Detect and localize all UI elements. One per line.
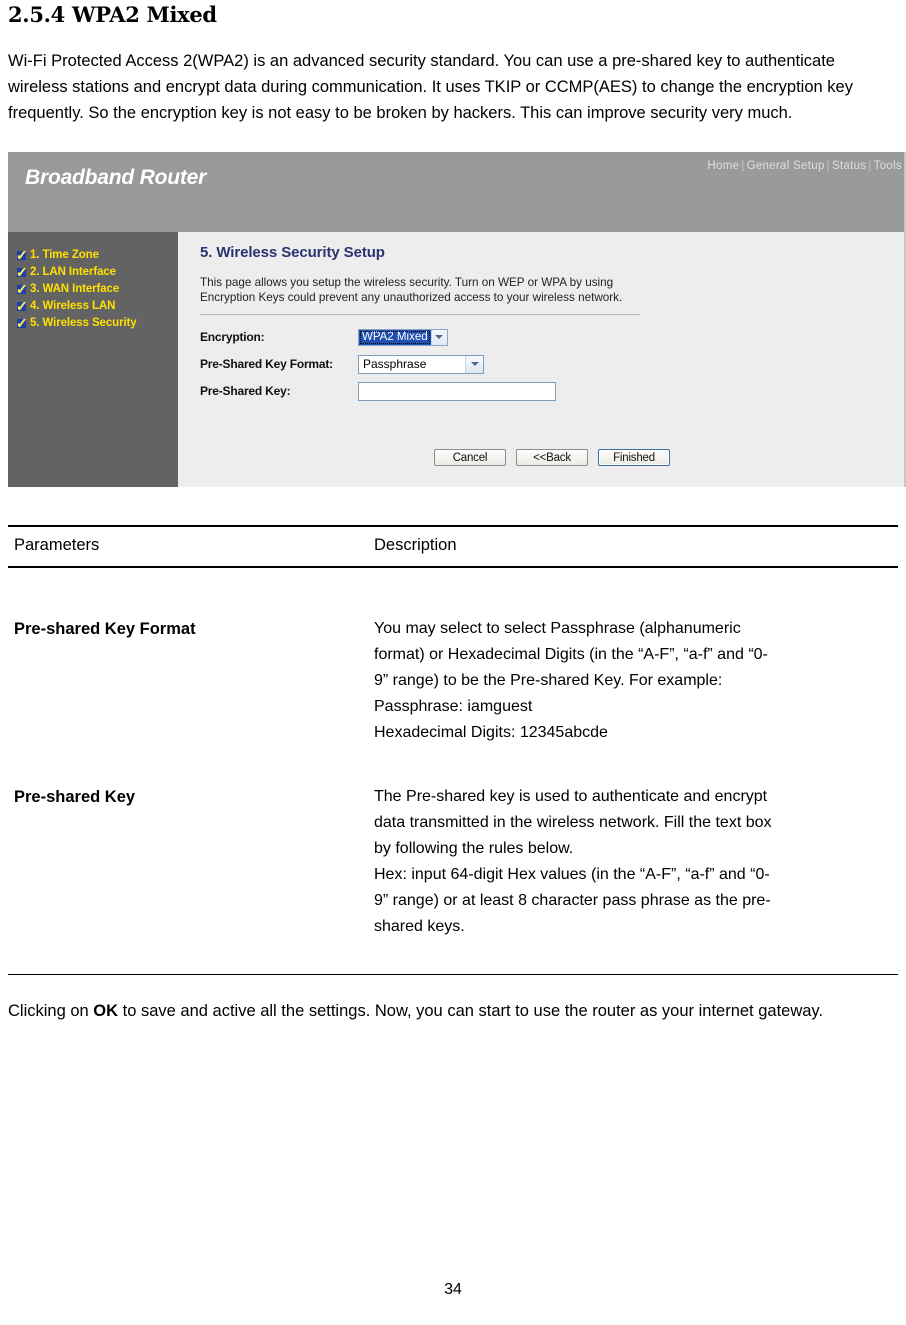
table-row: Pre-shared Key The Pre-shared key is use…	[8, 784, 898, 940]
sidebar-item-label: 2. LAN Interface	[30, 266, 116, 278]
encryption-label: Encryption:	[200, 330, 265, 344]
key-format-select-value: Passphrase	[363, 357, 427, 371]
desc-line: Passphrase: iamguest	[374, 697, 533, 715]
desc-line: 9” range) or at least 8 character pass p…	[374, 891, 771, 909]
router-sidebar: ✓ 1. Time Zone ✓ 2. LAN Interface ✓ 3. W…	[8, 232, 178, 487]
sidebar-item-label: 4. Wireless LAN	[30, 300, 116, 312]
panel-title: 5. Wireless Security Setup	[200, 244, 385, 261]
encryption-select-value: WPA2 Mixed	[359, 329, 431, 345]
back-button[interactable]: <<Back	[516, 449, 588, 466]
closing-prefix: Clicking on	[8, 1002, 94, 1020]
table-bottom-rule	[8, 973, 898, 975]
finished-button[interactable]: Finished	[598, 449, 670, 466]
checkmark-icon: ✓	[16, 247, 28, 263]
closing-suffix: to save and active all the settings. Now…	[118, 1002, 824, 1020]
sidebar-item-wireless-lan[interactable]: ✓ 4. Wireless LAN	[16, 299, 178, 313]
desc-line: shared keys.	[374, 917, 465, 935]
closing-bold-ok: OK	[93, 1002, 119, 1020]
sidebar-item-lan-interface[interactable]: ✓ 2. LAN Interface	[16, 265, 178, 279]
key-format-label: Pre-Shared Key Format:	[200, 357, 333, 371]
desc-line: Hex: input 64-digit Hex values (in the “…	[374, 865, 770, 883]
sidebar-item-wan-interface[interactable]: ✓ 3. WAN Interface	[16, 282, 178, 296]
checkmark-icon: ✓	[16, 298, 28, 314]
panel-description: This page allows you setup the wireless …	[200, 275, 640, 305]
desc-line: data transmitted in the wireless network…	[374, 813, 772, 831]
router-ui-screenshot: Broadband Router Home | General Setup | Stat…	[8, 152, 906, 487]
page-title: 2.5.4 WPA2 Mixed	[8, 2, 217, 27]
closing-paragraph: Clicking on OK to save and active all th…	[8, 999, 888, 1024]
nav-link-home[interactable]: Home	[707, 160, 739, 172]
document-page: 2.5.4 WPA2 Mixed Wi-Fi Protected Access …	[0, 0, 906, 1325]
router-main-pane: 5. Wireless Security Setup This page all…	[178, 232, 904, 487]
form-row-key-format: Pre-Shared Key Format: Passphrase	[200, 354, 904, 374]
panel-description-line-2: Encryption Keys could prevent any unauth…	[200, 291, 623, 304]
column-header-parameters: Parameters	[14, 536, 100, 554]
nav-link-general-setup[interactable]: General Setup	[747, 160, 825, 172]
parameter-table: Parameters Description Pre-shared Key Fo…	[8, 525, 898, 975]
panel-divider	[200, 314, 640, 315]
router-body: ✓ 1. Time Zone ✓ 2. LAN Interface ✓ 3. W…	[8, 232, 904, 487]
table-spacer	[8, 568, 898, 616]
desc-line: The Pre-shared key is used to authentica…	[374, 787, 768, 805]
sidebar-item-label: 1. Time Zone	[30, 249, 99, 261]
row-parameter-name: Pre-shared Key Format	[14, 619, 196, 638]
row-description: You may select to select Passphrase (alp…	[374, 616, 898, 746]
column-header-description: Description	[374, 536, 457, 554]
pre-shared-key-label: Pre-Shared Key:	[200, 384, 291, 398]
key-format-select[interactable]: Passphrase	[358, 354, 484, 374]
nav-separator-1: |	[741, 160, 745, 172]
desc-line: You may select to select Passphrase (alp…	[374, 619, 741, 637]
router-top-nav: Home | General Setup | Status | Tools	[707, 160, 902, 172]
desc-line: Hexadecimal Digits: 12345abcde	[374, 723, 608, 741]
sidebar-item-wireless-security[interactable]: ✓ 5. Wireless Security	[16, 316, 178, 330]
router-header-bar: Broadband Router Home | General Setup | Stat…	[8, 152, 904, 232]
page-number: 34	[444, 1281, 462, 1298]
nav-link-status[interactable]: Status	[832, 160, 866, 172]
table-row: Pre-shared Key Format You may select to …	[8, 616, 898, 746]
table-header-row: Parameters Description	[8, 527, 898, 566]
intro-paragraph: Wi-Fi Protected Access 2(WPA2) is an adv…	[8, 52, 853, 122]
cancel-button[interactable]: Cancel	[434, 449, 506, 466]
nav-link-tools[interactable]: Tools	[874, 160, 902, 172]
form-row-pre-shared-key: Pre-Shared Key:	[200, 381, 904, 401]
panel-description-line-1: This page allows you setup the wireless …	[200, 276, 614, 289]
chevron-down-icon	[430, 329, 447, 345]
table-spacer	[8, 746, 898, 784]
encryption-select[interactable]: WPA2 Mixed	[358, 328, 448, 346]
nav-separator-3: |	[868, 160, 872, 172]
nav-separator-2: |	[826, 160, 830, 172]
row-description: The Pre-shared key is used to authentica…	[374, 784, 898, 940]
form-row-encryption: Encryption: WPA2 Mixed	[200, 327, 904, 347]
row-parameter-name: Pre-shared Key	[14, 787, 136, 806]
table-spacer	[8, 940, 898, 974]
checkmark-icon: ✓	[16, 315, 28, 331]
router-button-row: Cancel <<Back Finished	[434, 449, 904, 466]
sidebar-item-label: 5. Wireless Security	[30, 317, 137, 329]
checkmark-icon: ✓	[16, 264, 28, 280]
sidebar-item-label: 3. WAN Interface	[30, 283, 120, 295]
desc-line: format) or Hexadecimal Digits (in the “A…	[374, 645, 768, 663]
sidebar-item-time-zone[interactable]: ✓ 1. Time Zone	[16, 248, 178, 262]
desc-line: by following the rules below.	[374, 839, 574, 857]
chevron-down-icon	[465, 355, 483, 373]
pre-shared-key-input[interactable]	[358, 381, 556, 401]
desc-line: 9” range) to be the Pre-shared Key. For …	[374, 671, 723, 689]
router-brand-title: Broadband Router	[25, 166, 207, 189]
checkmark-icon: ✓	[16, 281, 28, 297]
